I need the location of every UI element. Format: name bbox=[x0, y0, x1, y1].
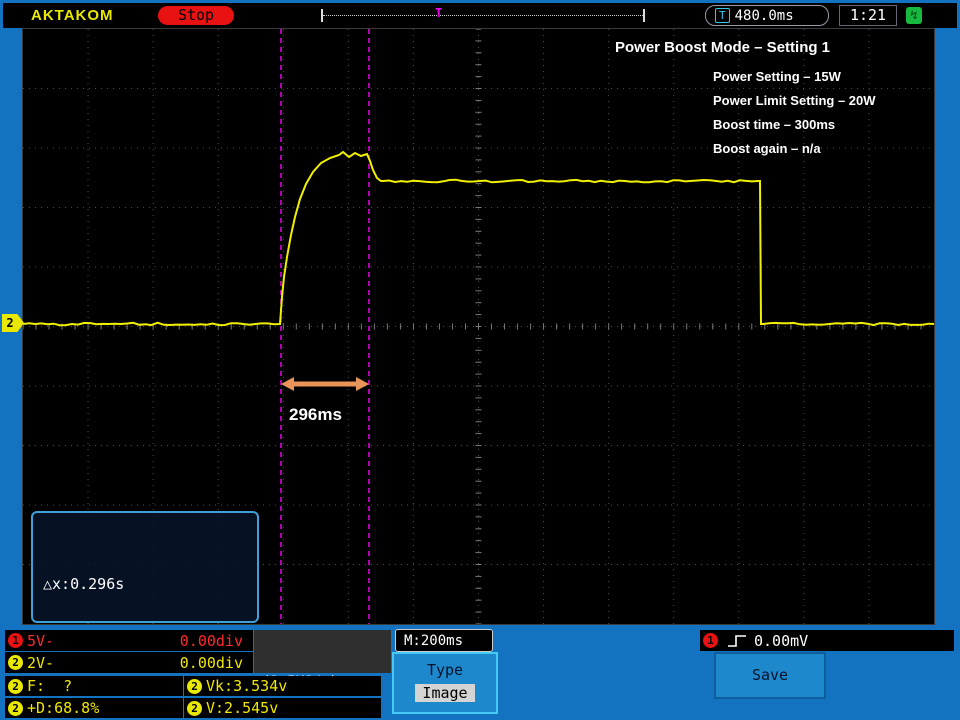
oscilloscope-screen: AKTAKOM Stop T T 480.0ms 1:21 ↯ Power Bo… bbox=[0, 0, 960, 720]
trigger-source-badge: 1 bbox=[703, 633, 718, 648]
clock-display: 1:21 bbox=[839, 5, 897, 26]
trigger-position-line bbox=[323, 15, 643, 16]
meas-duty-badge: 2 bbox=[8, 701, 23, 716]
cursor-dx-readout: △x:0.296s bbox=[43, 571, 257, 597]
ch2-badge: 2 bbox=[8, 655, 23, 670]
ch1-readout: 1 5V- 0.00div bbox=[5, 630, 253, 651]
delta-arrow-head-right bbox=[356, 377, 369, 391]
ch1-scale: 5V- bbox=[27, 632, 54, 650]
graticule: Power Boost Mode – Setting 1 Power Setti… bbox=[22, 28, 935, 625]
trigger-position-marker: T bbox=[435, 6, 442, 20]
trigger-edge-icon bbox=[726, 633, 748, 649]
save-button[interactable]: Save bbox=[714, 652, 826, 699]
meas-voltage-value: V:2.545v bbox=[206, 699, 278, 717]
ch1-badge: 1 bbox=[8, 633, 23, 648]
type-button-label: Type bbox=[394, 661, 496, 679]
meas-frequency: 2 F: ? bbox=[5, 676, 183, 696]
usb-device-icon: ↯ bbox=[906, 7, 922, 24]
trigger-t-icon: T bbox=[715, 8, 730, 23]
annotation-lines: Power Setting – 15W Power Limit Setting … bbox=[713, 65, 876, 161]
timebase-display: M:200ms bbox=[395, 629, 493, 652]
top-status-bar: AKTAKOM Stop T T 480.0ms 1:21 ↯ bbox=[3, 3, 957, 28]
annotation-line: Power Limit Setting – 20W bbox=[713, 89, 876, 113]
ch2-readout: 2 2V- 0.00div bbox=[5, 652, 253, 673]
meas-frequency-value: F: ? bbox=[27, 677, 72, 695]
cursor-delta-label: 296ms bbox=[289, 405, 342, 425]
channel2-marker: 2 bbox=[2, 314, 24, 332]
brand-logo: AKTAKOM bbox=[31, 7, 114, 24]
run-state-badge: Stop bbox=[158, 6, 234, 25]
meas-duty-value: +D:68.8% bbox=[27, 699, 99, 717]
trigger-position-bar: T bbox=[321, 9, 645, 22]
trigger-level-readout: 1 0.00mV bbox=[700, 630, 954, 651]
meas-vpk: 2 Vk:3.534v bbox=[184, 676, 381, 696]
type-button-value[interactable]: Image bbox=[415, 684, 474, 702]
annotation-line: Boost time – 300ms bbox=[713, 113, 876, 137]
trigger-time-value: 480.0ms bbox=[735, 8, 794, 24]
ch2-scale: 2V- bbox=[27, 654, 54, 672]
annotation-line: Boost again – n/a bbox=[713, 137, 876, 161]
meas-duty: 2 +D:68.8% bbox=[5, 698, 183, 718]
annotation-line: Power Setting – 15W bbox=[713, 65, 876, 89]
annotation-title: Power Boost Mode – Setting 1 bbox=[615, 39, 830, 56]
ch2-offset: 0.00div bbox=[180, 654, 243, 672]
meas-vpk-value: Vk:3.534v bbox=[206, 677, 287, 695]
trigger-level-value: 0.00mV bbox=[754, 632, 808, 650]
meas-voltage: 2 V:2.545v bbox=[184, 698, 381, 718]
meas-vpk-badge: 2 bbox=[187, 679, 202, 694]
delta-arrow-head-left bbox=[281, 377, 294, 391]
trigger-time-display: T 480.0ms bbox=[705, 5, 829, 26]
type-button[interactable]: Type Image bbox=[392, 652, 498, 714]
acquisition-readout: (2.5KS/s) Depth:10K bbox=[254, 630, 391, 673]
meas-frequency-badge: 2 bbox=[8, 679, 23, 694]
cursor-readout-panel: △x:0.296s 1/△x:3.378HZ x1:0.192s x2:-0.1… bbox=[31, 511, 259, 623]
meas-voltage-badge: 2 bbox=[187, 701, 202, 716]
ch1-offset: 0.00div bbox=[180, 632, 243, 650]
